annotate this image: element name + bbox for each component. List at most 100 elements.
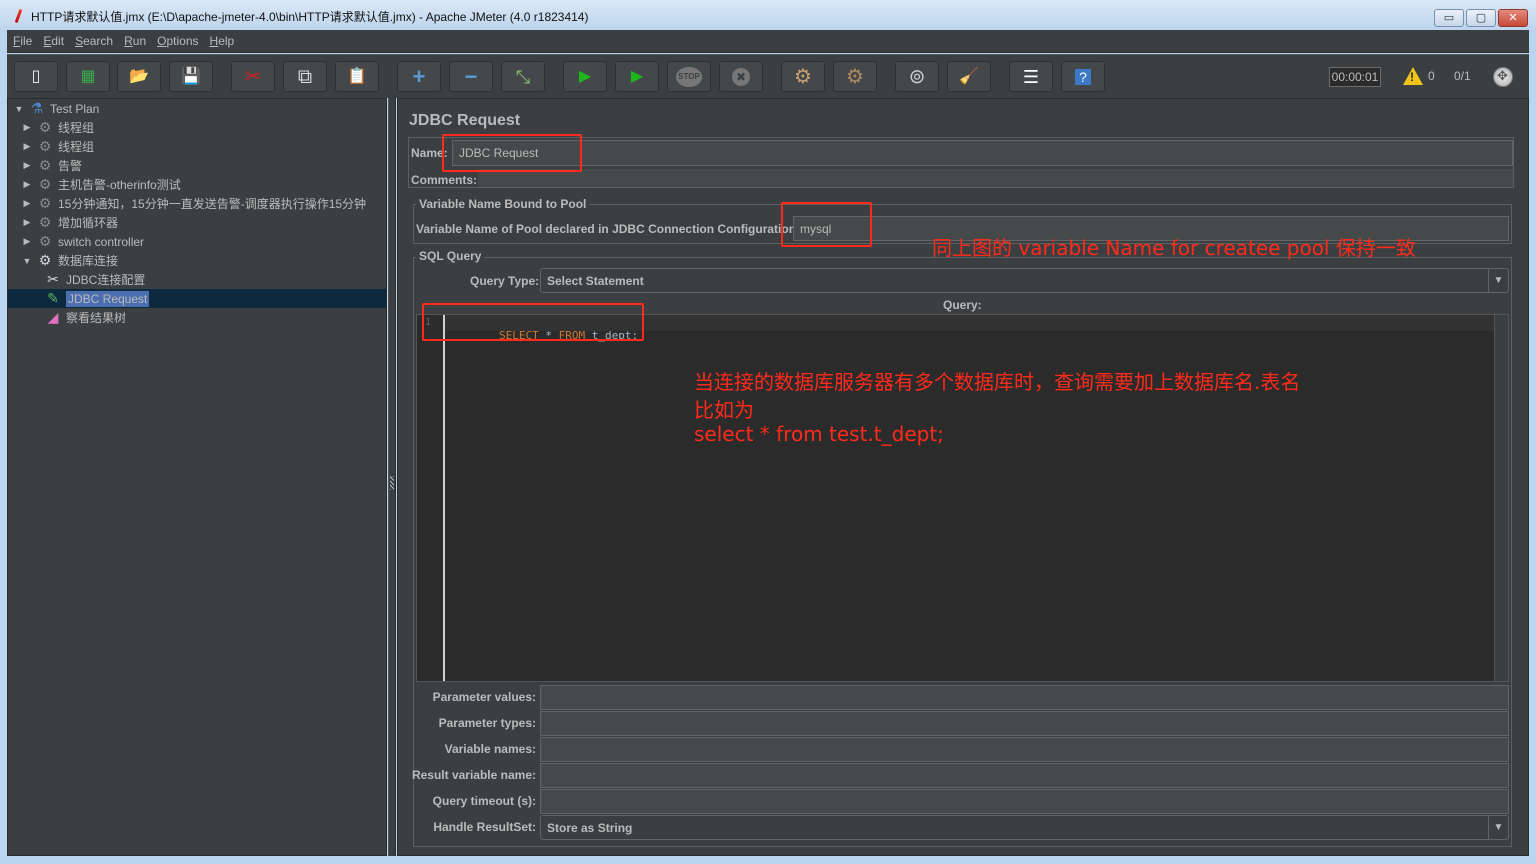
menu-bar: File Edit Search Run Options Help [7, 30, 1529, 53]
elapsed-timer: 00:00:01 [1329, 67, 1381, 87]
jmeter-feather-icon [12, 8, 26, 24]
chevron-down-icon: ▼ [1488, 269, 1508, 292]
help-button[interactable]: ? [1061, 61, 1105, 92]
tree-item-alarm[interactable]: ▶ ⚙ 告警 [22, 156, 82, 175]
expand-toggle[interactable]: ▶ [22, 198, 32, 209]
close-button[interactable]: ✕ [1498, 9, 1528, 27]
expand-toggle[interactable]: ▶ [22, 179, 32, 190]
collapse-all-button[interactable]: − [449, 61, 493, 92]
open-icon: 📂 [129, 67, 149, 85]
cut-icon: ✂ [244, 65, 262, 88]
open-button[interactable]: 📂 [117, 61, 161, 92]
jdbc-request-panel: JDBC Request Name: JDBC Request Comments… [397, 98, 1529, 856]
collapse-icon: − [464, 63, 478, 89]
gear-icon: ⚙ [38, 119, 52, 135]
pool-label: Variable Name of Pool declared in JDBC C… [416, 222, 801, 236]
variable-names-input[interactable] [540, 737, 1509, 762]
clear-button[interactable]: ⚙ [781, 61, 825, 92]
start-no-pauses-button[interactable]: ▶ [615, 61, 659, 92]
paste-icon: 📋 [347, 67, 367, 85]
name-input[interactable]: JDBC Request [452, 140, 1513, 166]
menu-file[interactable]: File [13, 34, 32, 48]
handle-resultset-select[interactable]: Store as String ▼ [540, 815, 1509, 840]
minimize-icon: ▭ [1443, 11, 1455, 24]
tree-item-view-results-tree[interactable]: ◢ 察看结果树 [30, 308, 126, 327]
tree-item-thread-group-1[interactable]: ▶ ⚙ 线程组 [22, 118, 94, 137]
parameter-values-input[interactable] [540, 685, 1509, 710]
expand-toggle[interactable]: ▶ [22, 160, 32, 171]
tree-item-thread-group-2[interactable]: ▶ ⚙ 线程组 [22, 137, 94, 156]
split-pane-divider[interactable] [388, 98, 396, 856]
tree-item-test-plan[interactable]: ▼ ⚗ Test Plan [14, 99, 100, 118]
comments-label: Comments: [411, 173, 478, 187]
warning-count: 0 [1428, 69, 1435, 83]
chart-icon: ◢ [47, 309, 59, 325]
remote-engines-icon[interactable] [1493, 67, 1513, 87]
expand-toggle[interactable]: ▶ [22, 122, 32, 133]
tree-item-db-connection[interactable]: ▼ ⚙ 数据库连接 [22, 251, 118, 270]
parameter-types-input[interactable] [540, 711, 1509, 736]
copy-icon: ⧉ [297, 65, 313, 88]
tree-item-15min-notify[interactable]: ▶ ⚙ 15分钟通知，15分钟一直发送告警-调度器执行操作15分钟 [22, 194, 367, 213]
start-icon: ▶ [578, 67, 592, 85]
gear-icon: ⚙ [38, 195, 52, 211]
search-icon: ⊚ [908, 65, 926, 88]
maximize-button[interactable]: ▢ [1466, 9, 1496, 27]
menu-options[interactable]: Options [157, 34, 198, 48]
pool-section-title: Variable Name Bound to Pool [416, 197, 590, 211]
tree-item-jdbc-request[interactable]: ✎ JDBC Request [8, 289, 386, 308]
menu-help[interactable]: Help [210, 34, 235, 48]
collapse-toggle[interactable]: ▼ [14, 104, 24, 114]
window-title: HTTP请求默认值.jmx (E:\D\apache-jmeter-4.0\bi… [31, 9, 589, 24]
query-type-select[interactable]: Select Statement ▼ [540, 268, 1509, 293]
annotation-box-pool [781, 202, 872, 247]
new-button[interactable]: ▯ [14, 61, 58, 92]
reset-search-button[interactable]: 🧹 [947, 61, 991, 92]
copy-button[interactable]: ⧉ [283, 61, 327, 92]
tree-item-jdbc-config[interactable]: ✂ JDBC连接配置 [30, 270, 145, 289]
handle-resultset-label: Handle ResultSet: [433, 820, 536, 834]
stop-button[interactable]: STOP [667, 61, 711, 92]
function-helper-button[interactable]: ☰ [1009, 61, 1053, 92]
cut-button[interactable]: ✂ [231, 61, 275, 92]
annotation-box-query [422, 303, 644, 341]
comments-input[interactable] [478, 169, 1513, 187]
parameter-values-label: Parameter values: [432, 690, 536, 704]
expand-toggle[interactable]: ▶ [22, 236, 32, 247]
query-timeout-input[interactable] [540, 789, 1509, 814]
tree-item-loop[interactable]: ▶ ⚙ 增加循环器 [22, 213, 118, 232]
start-no-pauses-icon: ▶ [630, 67, 644, 85]
toggle-button[interactable]: ⤡ [501, 61, 545, 92]
clear-all-icon: ⚙ [846, 65, 864, 88]
minimize-button[interactable]: ▭ [1434, 9, 1464, 27]
tree-item-switch-controller[interactable]: ▶ ⚙ switch controller [22, 232, 145, 251]
collapse-toggle[interactable]: ▼ [22, 256, 32, 266]
gear-icon: ⚙ [38, 176, 52, 192]
start-button[interactable]: ▶ [563, 61, 607, 92]
menu-run[interactable]: Run [124, 34, 146, 48]
editor-scrollbar[interactable] [1494, 315, 1508, 681]
templates-button[interactable]: ▦ [66, 61, 110, 92]
menu-edit[interactable]: Edit [43, 34, 64, 48]
shutdown-button[interactable]: ✖ [719, 61, 763, 92]
expand-toggle[interactable]: ▶ [22, 217, 32, 228]
search-button[interactable]: ⊚ [895, 61, 939, 92]
parameter-types-label: Parameter types: [438, 716, 536, 730]
flask-icon: ⚗ [30, 100, 44, 116]
maximize-icon: ▢ [1475, 11, 1487, 24]
clear-all-button[interactable]: ⚙ [833, 61, 877, 92]
function-helper-icon: ☰ [1022, 66, 1040, 87]
tree-item-host-alarm[interactable]: ▶ ⚙ 主机告警-otherinfo测试 [22, 175, 181, 194]
expand-all-button[interactable]: + [397, 61, 441, 92]
annotation-pool-note: 同上图的 variable Name for createe pool 保持一致 [932, 236, 1416, 260]
menu-search[interactable]: Search [75, 34, 113, 48]
expand-toggle[interactable]: ▶ [22, 141, 32, 152]
page-title: JDBC Request [409, 112, 521, 129]
save-button[interactable]: 💾 [169, 61, 213, 92]
paste-button[interactable]: 📋 [335, 61, 379, 92]
clear-icon: ⚙ [794, 65, 812, 88]
result-variable-name-input[interactable] [540, 763, 1509, 788]
expand-icon: + [412, 63, 426, 89]
variable-names-label: Variable names: [444, 742, 536, 756]
warning-icon[interactable] [1403, 67, 1423, 85]
